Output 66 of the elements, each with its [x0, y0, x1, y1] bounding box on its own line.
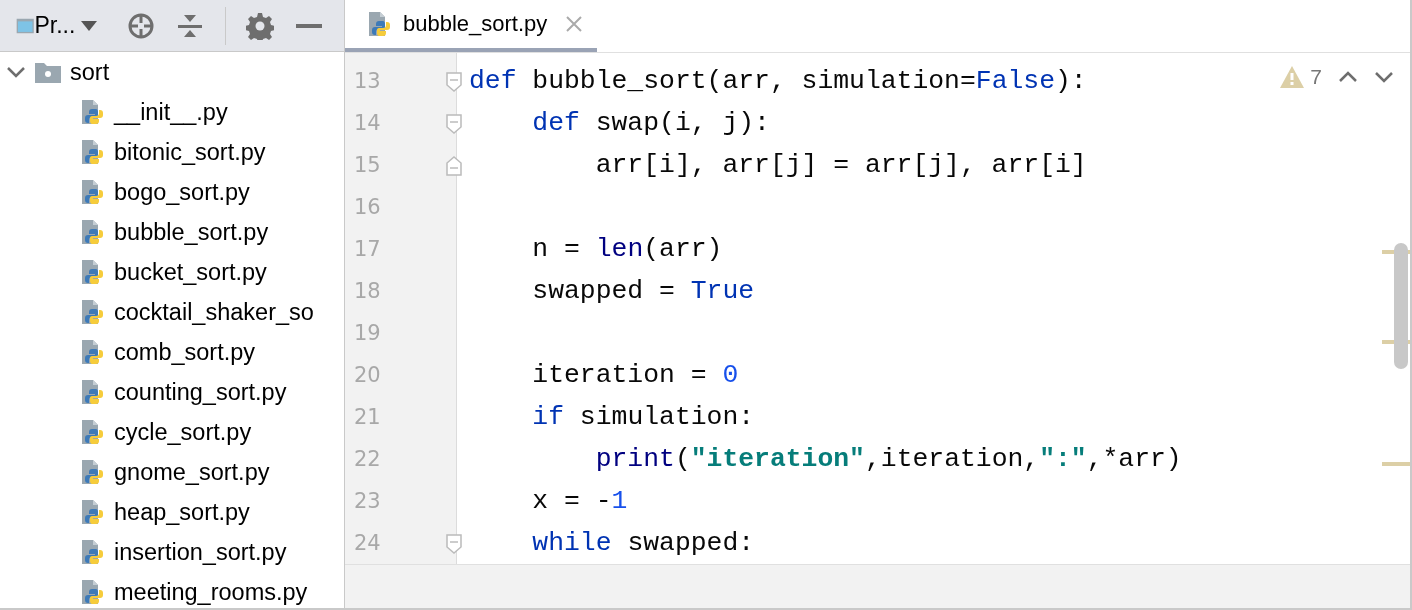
tree-item[interactable]: __init__.py [0, 92, 344, 132]
python-file-icon [367, 10, 393, 38]
line-number: 18 [354, 279, 381, 303]
minimize-button[interactable] [296, 22, 322, 29]
code-line: swapped = True [531, 275, 755, 308]
tree-item[interactable]: cocktail_shaker_so [0, 292, 344, 332]
code-line: print("iteration",iteration,":",*arr) [594, 443, 1182, 476]
fold-marker-icon[interactable] [446, 156, 462, 176]
python-file-icon [80, 378, 106, 406]
tree-item[interactable]: sort [0, 52, 344, 92]
tree-item[interactable]: meeting_rooms.py [0, 572, 344, 608]
previous-highlight-button[interactable] [1338, 71, 1358, 83]
line-number: 13 [354, 69, 381, 93]
line-number: 20 [354, 363, 381, 387]
collapse-all-button[interactable] [177, 12, 204, 39]
code-line: if simulation: [531, 401, 755, 434]
line-number: 17 [354, 237, 381, 261]
tree-item[interactable]: bogo_sort.py [0, 172, 344, 212]
code-line: def swap(i, j): [531, 107, 770, 140]
line-number: 16 [354, 195, 381, 219]
python-file-icon [80, 498, 106, 526]
tree-item[interactable]: cycle_sort.py [0, 412, 344, 452]
tree-item[interactable]: bubble_sort.py [0, 212, 344, 252]
code-line: while swapped: [531, 527, 755, 560]
locate-button[interactable] [127, 11, 156, 40]
code-line: n = len(arr) [531, 233, 723, 266]
tree-item[interactable]: comb_sort.py [0, 332, 344, 372]
code-line: arr[i], arr[j] = arr[j], arr[i] [594, 149, 1087, 182]
line-number: 19 [354, 321, 381, 345]
tree-item[interactable]: bitonic_sort.py [0, 132, 344, 172]
folder-icon [34, 60, 62, 84]
python-file-icon [80, 298, 106, 326]
python-file-icon [80, 138, 106, 166]
line-number: 24 [354, 531, 381, 555]
code-line: x = -1 [531, 485, 628, 518]
python-file-icon [80, 218, 106, 246]
tree-item[interactable]: heap_sort.py [0, 492, 344, 532]
scrollbar-thumb[interactable] [1394, 243, 1408, 369]
python-file-icon [80, 98, 106, 126]
line-number: 23 [354, 489, 381, 513]
python-file-icon [80, 458, 106, 486]
line-number: 15 [354, 153, 381, 177]
python-file-icon [80, 338, 106, 366]
code-line: def bubble_sort(arr, simulation=False): [469, 65, 1087, 98]
fold-marker-icon[interactable] [446, 534, 462, 554]
tree-item[interactable]: gnome_sort.py [0, 452, 344, 492]
tree-item[interactable]: counting_sort.py [0, 372, 344, 412]
fold-marker-icon[interactable] [446, 114, 462, 134]
warning-stripe-mark[interactable] [1382, 462, 1410, 466]
warning-icon [1280, 66, 1305, 88]
fold-marker-icon[interactable] [446, 72, 462, 92]
panel-title-dropdown[interactable]: Pr... [34, 12, 98, 39]
python-file-icon [80, 178, 106, 206]
line-number: 14 [354, 111, 381, 135]
warning-counter[interactable]: 7 [1280, 65, 1322, 89]
tree-item[interactable]: bucket_sort.py [0, 252, 344, 292]
code-line: iteration = 0 [531, 359, 739, 392]
line-number: 22 [354, 447, 381, 471]
line-number: 21 [354, 405, 381, 429]
settings-button[interactable] [246, 11, 274, 40]
python-file-icon [80, 418, 106, 446]
tree-item[interactable]: insertion_sort.py [0, 532, 344, 572]
python-file-icon [80, 258, 106, 286]
python-file-icon [80, 538, 106, 566]
next-highlight-button[interactable] [1374, 71, 1394, 83]
dropdown-caret-icon [81, 20, 98, 31]
